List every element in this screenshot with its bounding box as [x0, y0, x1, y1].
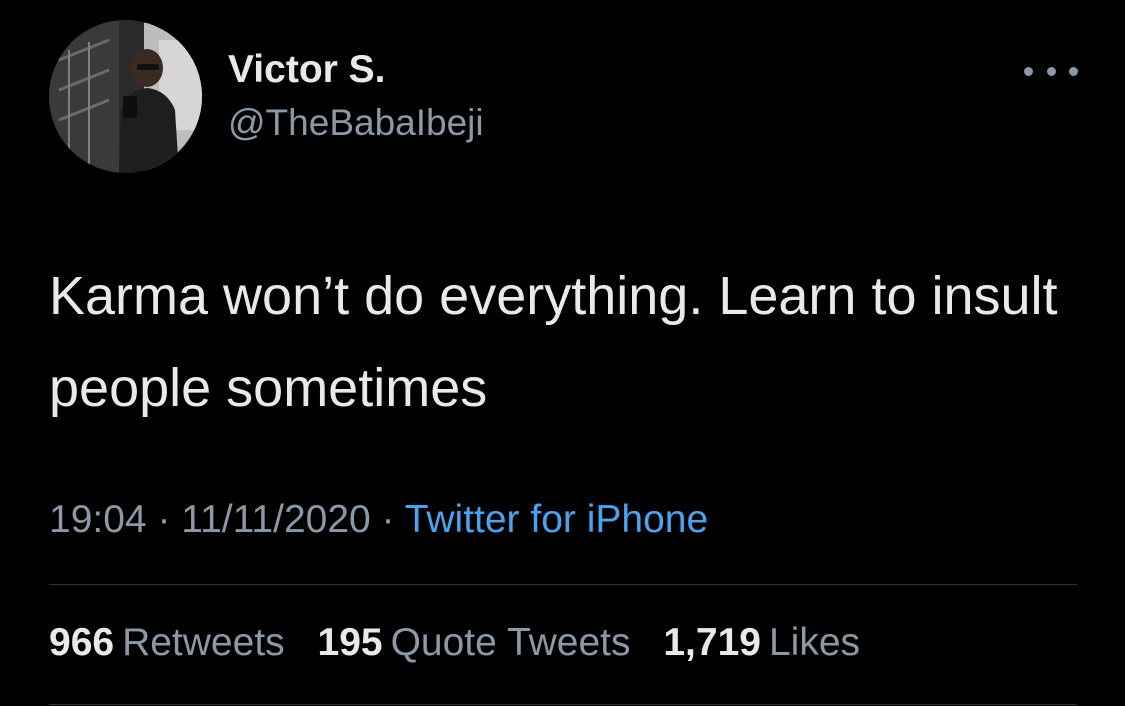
more-options-icon[interactable] — [1024, 56, 1078, 86]
more-dot — [1069, 66, 1078, 76]
more-dot — [1046, 66, 1056, 76]
meta-separator: · — [157, 498, 171, 541]
divider — [49, 584, 1077, 585]
retweets-label: Retweets — [122, 621, 285, 664]
author-handle[interactable]: @TheBabaIbeji — [228, 102, 484, 144]
more-dot — [1024, 66, 1033, 76]
tweet-stats: 966 Retweets 195 Quote Tweets 1,719 Likes — [49, 621, 882, 665]
likes-label: Likes — [768, 621, 861, 664]
meta-separator: · — [381, 498, 395, 541]
tweet-meta: 19:04 · 11/11/2020 · Twitter for iPhone — [49, 498, 708, 542]
author-display-name[interactable]: Victor S. — [228, 48, 386, 92]
divider — [49, 704, 1077, 705]
quote-tweets-stat[interactable]: 195 Quote Tweets — [318, 621, 631, 665]
tweet-card: Victor S. @TheBabaIbeji Karma won’t do e… — [0, 0, 1125, 706]
likes-count: 1,719 — [663, 621, 761, 664]
likes-stat[interactable]: 1,719 Likes — [663, 621, 860, 665]
tweet-text: Karma won’t do everything. Learn to insu… — [49, 266, 1058, 418]
quote-tweets-count: 195 — [317, 621, 383, 664]
avatar[interactable] — [49, 20, 202, 173]
avatar-photo — [49, 20, 202, 173]
tweet-date[interactable]: 11/11/2020 — [181, 498, 370, 541]
quote-tweets-label: Quote Tweets — [390, 621, 631, 664]
retweets-count: 966 — [49, 621, 115, 664]
retweets-stat[interactable]: 966 Retweets — [49, 621, 285, 665]
tweet-time[interactable]: 19:04 — [49, 498, 147, 541]
tweet-source-link[interactable]: Twitter for iPhone — [405, 498, 708, 541]
